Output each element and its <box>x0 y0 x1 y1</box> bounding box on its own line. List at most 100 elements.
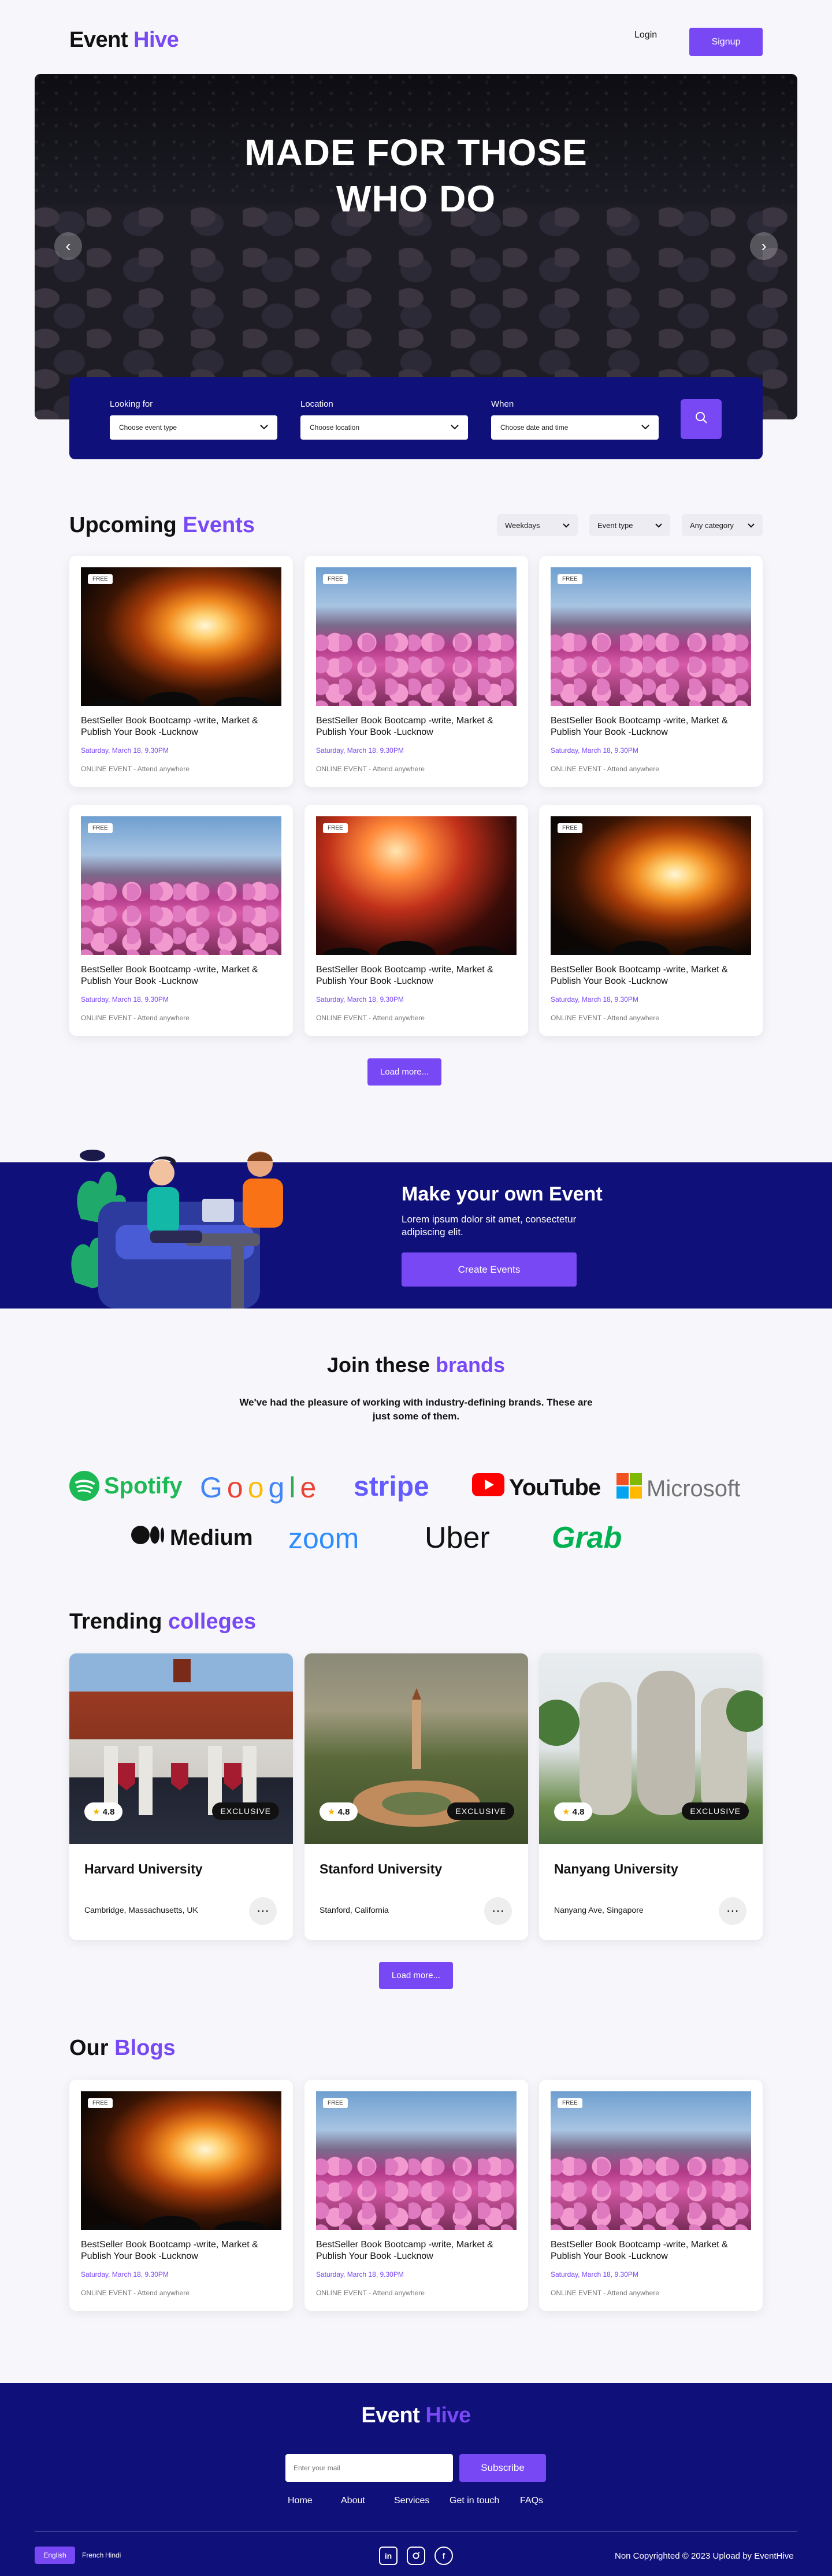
spotify-logo: Spotify <box>69 1471 183 1501</box>
logo-text-event: Event <box>361 2403 420 2428</box>
price-badge: FREE <box>88 2098 113 2108</box>
subscribe-button[interactable]: Subscribe <box>459 2454 546 2482</box>
more-options-icon[interactable]: ⋯ <box>719 1897 746 1925</box>
blog-title: BestSeller Book Bootcamp -write, Market … <box>551 2240 728 2261</box>
event-card[interactable]: FREE BestSeller Book Bootcamp -write, Ma… <box>69 805 293 1036</box>
instagram-icon[interactable] <box>407 2547 425 2565</box>
blog-card[interactable]: FREE BestSeller Book Bootcamp -write, Ma… <box>304 2080 528 2311</box>
uber-logo: Uber <box>425 1521 490 1555</box>
rating-value: 4.8 <box>102 1807 115 1817</box>
event-search-panel: Looking for Choose event type Location C… <box>69 377 763 459</box>
college-card[interactable]: ★ 4.8 EXCLUSIVE Nanyang University Nanya… <box>539 1653 763 1940</box>
grab-logo: Grab <box>552 1521 622 1555</box>
event-date: Saturday, March 18, 9.30PM <box>316 995 404 1003</box>
price-badge: FREE <box>558 574 582 584</box>
logo-text-event: Event <box>69 28 128 52</box>
facebook-icon[interactable]: f <box>434 2547 453 2565</box>
chevron-down-icon <box>260 423 268 432</box>
chevron-down-icon <box>451 423 459 432</box>
footer-link-get-in-touch[interactable]: Get in touch <box>450 2496 499 2506</box>
looking-for-label: Looking for <box>110 399 153 409</box>
footer-link-services[interactable]: Services <box>394 2496 429 2506</box>
exclusive-badge: EXCLUSIVE <box>447 1802 514 1820</box>
search-button[interactable] <box>681 399 722 439</box>
college-card[interactable]: ★ 4.8 EXCLUSIVE Harvard University Cambr… <box>69 1653 293 1940</box>
price-badge: FREE <box>558 823 582 833</box>
event-card[interactable]: FREE BestSeller Book Bootcamp -write, Ma… <box>539 556 763 787</box>
title-accent: brands <box>436 1353 506 1377</box>
load-more-colleges-button[interactable]: Load more... <box>379 1962 453 1989</box>
footer-divider <box>35 2531 797 2532</box>
price-badge: FREE <box>88 823 113 833</box>
language-hindi[interactable]: Hindi <box>105 2551 121 2559</box>
chevron-down-icon <box>563 521 570 530</box>
hero-banner: MADE FOR THOSE WHO DO ‹ › <box>35 74 797 419</box>
event-card[interactable]: FREE BestSeller Book Bootcamp -write, Ma… <box>539 805 763 1036</box>
blog-card[interactable]: FREE BestSeller Book Bootcamp -write, Ma… <box>539 2080 763 2311</box>
create-events-button[interactable]: Create Events <box>402 1252 577 1287</box>
weekdays-filter[interactable]: Weekdays <box>497 514 578 536</box>
linkedin-icon[interactable]: in <box>379 2547 398 2565</box>
footer-link-faqs[interactable]: FAQs <box>520 2496 543 2506</box>
stripe-logo: stripe <box>354 1471 429 1502</box>
microsoft-logo: Microsoft <box>616 1473 740 1504</box>
upcoming-events-title: Upcoming Events <box>69 513 255 538</box>
signup-button[interactable]: Signup <box>689 28 763 56</box>
price-badge: FREE <box>88 574 113 584</box>
blog-card[interactable]: FREE BestSeller Book Bootcamp -write, Ma… <box>69 2080 293 2311</box>
logo[interactable]: Event Hive <box>69 28 179 53</box>
title-text: Upcoming <box>69 513 177 537</box>
date-time-select[interactable]: Choose date and time <box>491 415 659 440</box>
stanford-image: ★ 4.8 EXCLUSIVE <box>304 1653 528 1844</box>
location-select[interactable]: Choose location <box>300 415 468 440</box>
hero-next-arrow-icon[interactable]: › <box>750 232 778 260</box>
logo-text-hive: Hive <box>425 2403 471 2428</box>
star-icon: ★ <box>92 1807 101 1817</box>
hero-title-line1: MADE FOR THOSE <box>244 132 588 173</box>
blog-title: BestSeller Book Bootcamp -write, Market … <box>81 2240 258 2261</box>
event-location: ONLINE EVENT - Attend anywhere <box>81 1014 190 1022</box>
event-type-filter[interactable]: Event type <box>589 514 670 536</box>
blog-date: Saturday, March 18, 9.30PM <box>316 2270 404 2278</box>
event-card[interactable]: FREE BestSeller Book Bootcamp -write, Ma… <box>69 556 293 787</box>
hero-prev-arrow-icon[interactable]: ‹ <box>54 232 82 260</box>
footer-link-home[interactable]: Home <box>288 2496 313 2506</box>
load-more-events-button[interactable]: Load more... <box>367 1058 441 1086</box>
chevron-down-icon <box>655 521 662 530</box>
event-card[interactable]: FREE BestSeller Book Bootcamp -write, Ma… <box>304 556 528 787</box>
language-english[interactable]: English <box>35 2547 75 2564</box>
college-card[interactable]: ★ 4.8 EXCLUSIVE Stanford University Stan… <box>304 1653 528 1940</box>
logo-text-hive: Hive <box>133 28 179 52</box>
event-title: BestSeller Book Bootcamp -write, Market … <box>316 965 493 986</box>
event-card[interactable]: FREE BestSeller Book Bootcamp -write, Ma… <box>304 805 528 1036</box>
email-input[interactable] <box>285 2454 453 2482</box>
rating-badge: ★ 4.8 <box>320 1802 358 1821</box>
brand-name: Medium <box>170 1525 253 1550</box>
event-image: FREE <box>551 567 751 706</box>
rating-badge: ★ 4.8 <box>554 1802 593 1821</box>
blog-location: ONLINE EVENT - Attend anywhere <box>551 2289 659 2297</box>
event-date: Saturday, March 18, 9.30PM <box>316 746 404 754</box>
login-button[interactable]: Login <box>634 30 657 40</box>
more-options-icon[interactable]: ⋯ <box>484 1897 512 1925</box>
event-location: ONLINE EVENT - Attend anywhere <box>551 1014 659 1022</box>
language-french[interactable]: French <box>82 2551 103 2559</box>
rating-badge: ★ 4.8 <box>84 1802 123 1821</box>
event-title: BestSeller Book Bootcamp -write, Market … <box>81 716 258 737</box>
title-text: Join these <box>326 1353 430 1377</box>
event-date: Saturday, March 18, 9.30PM <box>81 995 169 1003</box>
footer-logo[interactable]: Event Hive <box>0 2403 832 2428</box>
event-type-select[interactable]: Choose event type <box>110 415 277 440</box>
event-title: BestSeller Book Bootcamp -write, Market … <box>316 716 493 737</box>
blog-image: FREE <box>551 2091 751 2230</box>
category-filter[interactable]: Any category <box>682 514 763 536</box>
microsoft-icon <box>616 1473 642 1504</box>
footer-link-about[interactable]: About <box>341 2496 365 2506</box>
brand-name: Microsoft <box>647 1475 741 1501</box>
more-options-icon[interactable]: ⋯ <box>249 1897 277 1925</box>
location-label: Location <box>300 399 333 409</box>
event-image: FREE <box>81 567 281 706</box>
event-title: BestSeller Book Bootcamp -write, Market … <box>81 965 258 986</box>
search-icon <box>695 411 708 427</box>
harvard-image: ★ 4.8 EXCLUSIVE <box>69 1653 293 1844</box>
